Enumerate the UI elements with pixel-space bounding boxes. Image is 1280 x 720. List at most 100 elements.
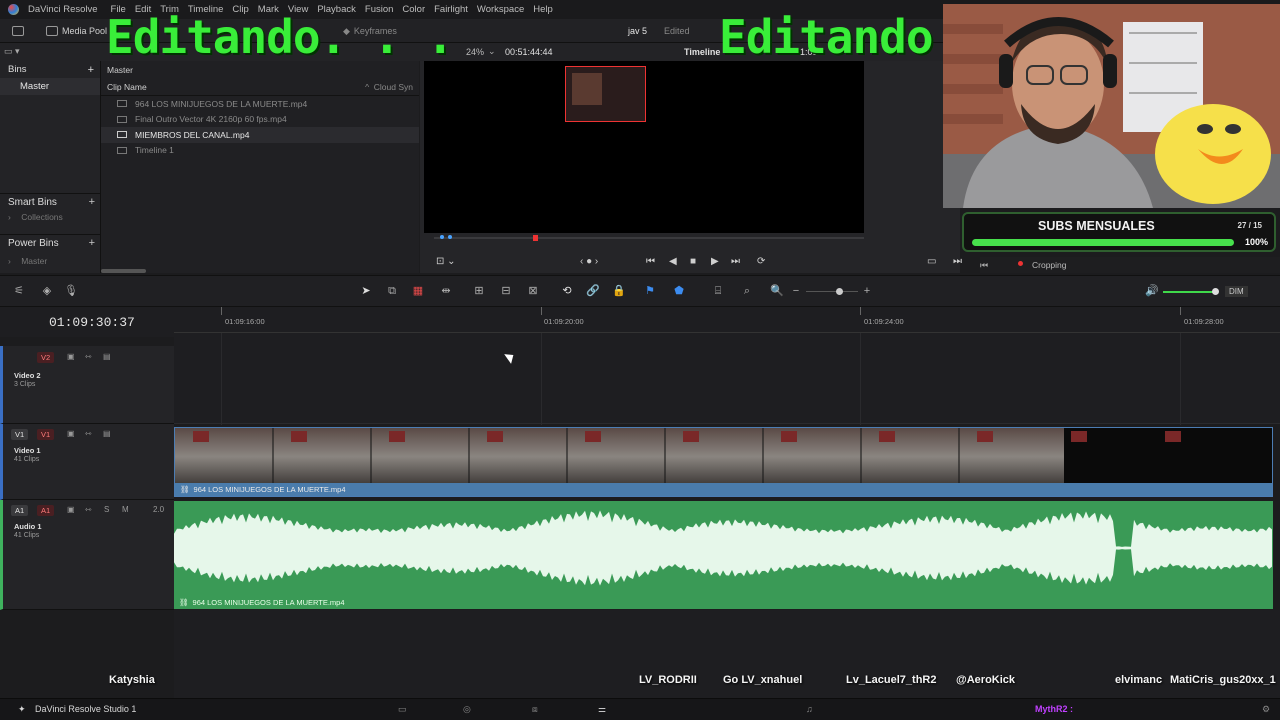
- column-clip-name[interactable]: Clip Name: [107, 82, 147, 92]
- solo-button[interactable]: S: [104, 505, 109, 514]
- zoom-full-icon[interactable]: ⌸: [711, 285, 725, 297]
- auto-select-icon[interactable]: ⇿: [85, 352, 92, 361]
- page-navigation-dock: ✦ DaVinci Resolve Studio 1 ▭ ◎ ⧈ ⚌ ♫ Myt…: [0, 698, 1280, 720]
- video-clip[interactable]: ⛓ 964 LOS MINIJUEGOS DE LA MUERTE.mp4: [174, 427, 1273, 497]
- cut-page-icon[interactable]: ◎: [463, 704, 471, 715]
- clip-name: Final Outro Vector 4K 2160p 60 fps.mp4: [135, 114, 287, 125]
- bins-header: Bins +: [0, 61, 100, 78]
- list-view-icon[interactable]: ▭ ▾: [4, 46, 20, 57]
- volume-slider[interactable]: [1163, 291, 1215, 293]
- speaker-icon[interactable]: 🔊: [1145, 285, 1159, 297]
- fusion-page-icon[interactable]: ⚌: [598, 704, 606, 715]
- auto-select-icon[interactable]: ⇿: [85, 505, 92, 514]
- play-icon[interactable]: ▶: [711, 256, 719, 267]
- overlay-title-right: Editando: [719, 10, 934, 64]
- audio-scrub-icon[interactable]: ◈: [40, 285, 54, 297]
- stop-icon[interactable]: ■: [690, 256, 696, 267]
- add-smart-bin-icon[interactable]: +: [89, 196, 95, 208]
- zoom-dropdown[interactable]: 24%: [466, 47, 484, 57]
- timeline-view-options-icon[interactable]: ⚟: [12, 285, 26, 297]
- track-badge-a1[interactable]: A1: [37, 505, 55, 516]
- link-icon: ⛓: [179, 597, 189, 607]
- track-header-v2[interactable]: V2 ▣ ⇿ ▤ Video 2 3 Clips: [0, 346, 174, 424]
- audio-clip[interactable]: ⛓ 964 LOS MINIJUEGOS DE LA MUERTE.mp4: [174, 501, 1273, 609]
- dynamic-trim-icon[interactable]: ⇹: [439, 285, 453, 297]
- next-edit-icon[interactable]: ⏭: [953, 256, 962, 267]
- insert-clip-icon[interactable]: ⊞: [472, 285, 486, 297]
- auto-select-icon[interactable]: ⇿: [85, 429, 92, 438]
- marker-icon[interactable]: ⬟: [672, 285, 686, 297]
- skip-back-icon[interactable]: ⏮: [646, 256, 655, 267]
- power-master-item[interactable]: › Master: [8, 256, 47, 266]
- zoom-slider-track[interactable]: [806, 291, 858, 292]
- first-frame-icon[interactable]: ⏮: [980, 260, 988, 271]
- column-cloud-sync-label: Cloud Syn: [373, 81, 413, 92]
- ruler-label: 01:09:28:00: [1184, 317, 1224, 326]
- inspector-strip: ⏮ Cropping: [980, 257, 1280, 273]
- webcam-feed-image: [943, 4, 1280, 208]
- fairlight-page-icon[interactable]: ♫: [806, 704, 813, 714]
- settings-gear-icon[interactable]: ⚙: [1262, 704, 1270, 715]
- zoom-in-icon[interactable]: +: [860, 285, 874, 297]
- linked-selection-icon[interactable]: 🔗: [586, 285, 600, 297]
- media-pool-icon: [46, 26, 58, 36]
- lock-track-icon[interactable]: ▣: [67, 505, 75, 514]
- track-badge-v1[interactable]: V1: [37, 429, 55, 440]
- edit-page-icon[interactable]: ⧈: [532, 704, 538, 715]
- play-reverse-icon[interactable]: ◀: [669, 256, 677, 267]
- add-bin-icon[interactable]: +: [88, 64, 94, 76]
- clip-row[interactable]: Final Outro Vector 4K 2160p 60 fps.mp4: [101, 112, 419, 128]
- lock-track-icon[interactable]: ▣: [67, 352, 75, 361]
- zoom-slider-handle[interactable]: [836, 288, 843, 295]
- track-badge-v2[interactable]: V2: [37, 352, 55, 363]
- timeline-ruler[interactable]: 01:09:16:00 01:09:20:00 01:09:24:00 01:0…: [174, 307, 1280, 333]
- track-header-v1[interactable]: V1 V1 ▣ ⇿ ▤ Video 1 41 Clips: [0, 424, 174, 500]
- safe-area-icon[interactable]: ▭: [927, 256, 936, 267]
- loop-icon[interactable]: ⟳: [757, 256, 765, 267]
- zoom-out-icon[interactable]: −: [789, 285, 803, 297]
- snapping-icon[interactable]: ⟲: [560, 285, 574, 297]
- track-header-a1[interactable]: A1 A1 ▣ ⇿ S M 2.0 Audio 1 41 Clips: [0, 500, 174, 610]
- column-cloud-sync[interactable]: ^ Cloud Syn: [365, 82, 413, 92]
- smart-bins-header[interactable]: Smart Bins +: [0, 193, 101, 210]
- selection-tool-icon[interactable]: ➤: [359, 285, 373, 297]
- lock-track-icon[interactable]: ▣: [67, 429, 75, 438]
- skip-forward-icon[interactable]: ⏭: [731, 256, 740, 267]
- source-patch-v1[interactable]: V1: [11, 429, 29, 440]
- cliplist-scrollbar[interactable]: [101, 269, 146, 273]
- replace-clip-icon[interactable]: ⊠: [526, 285, 540, 297]
- blade-tool-icon[interactable]: ▦: [411, 285, 425, 297]
- clip-row[interactable]: MIEMBROS DEL CANAL.mp4: [101, 127, 419, 143]
- track-visibility-icon[interactable]: ▤: [103, 429, 111, 438]
- track-clip-count: 41 Clips: [14, 456, 40, 463]
- zoom-detail-icon[interactable]: ⌕: [740, 285, 754, 297]
- panel-toggle-icon[interactable]: [12, 23, 24, 39]
- voiceover-mic-icon[interactable]: 🎙: [64, 285, 78, 297]
- collections-item[interactable]: › Collections: [8, 212, 63, 222]
- track-lane-v2[interactable]: [174, 333, 1280, 424]
- clip-row[interactable]: Timeline 1: [101, 143, 419, 159]
- media-pool-button[interactable]: Media Pool: [46, 23, 107, 39]
- viewer-scrubber[interactable]: [434, 237, 864, 239]
- add-power-bin-icon[interactable]: +: [89, 237, 95, 249]
- zoom-custom-icon[interactable]: 🔍: [770, 285, 784, 297]
- overwrite-clip-icon[interactable]: ⊟: [499, 285, 513, 297]
- trim-tool-icon[interactable]: ⧉: [385, 285, 399, 297]
- clip-row[interactable]: 964 LOS MINIJUEGOS DE LA MUERTE.mp4: [101, 96, 419, 112]
- power-bins-header[interactable]: Power Bins +: [0, 234, 101, 251]
- menu-help[interactable]: Help: [533, 4, 553, 15]
- media-page-icon[interactable]: ▭: [398, 704, 407, 715]
- position-lock-icon[interactable]: 🔒: [612, 285, 626, 297]
- flag-icon[interactable]: ⚑: [643, 285, 657, 297]
- source-patch-a1[interactable]: A1: [11, 505, 29, 516]
- menu-workspace[interactable]: Workspace: [477, 4, 524, 15]
- track-visibility-icon[interactable]: ▤: [103, 352, 111, 361]
- bin-item-master[interactable]: Master: [0, 78, 100, 95]
- mute-button[interactable]: M: [122, 505, 129, 514]
- volume-slider-handle[interactable]: [1212, 288, 1219, 295]
- cropping-label[interactable]: Cropping: [1032, 260, 1067, 270]
- jog-icon[interactable]: ‹ ● ›: [580, 256, 598, 267]
- dim-button[interactable]: DIM: [1225, 286, 1248, 297]
- playhead-marker-icon[interactable]: [533, 235, 538, 241]
- transform-icon[interactable]: ⊡ ⌄: [436, 256, 456, 267]
